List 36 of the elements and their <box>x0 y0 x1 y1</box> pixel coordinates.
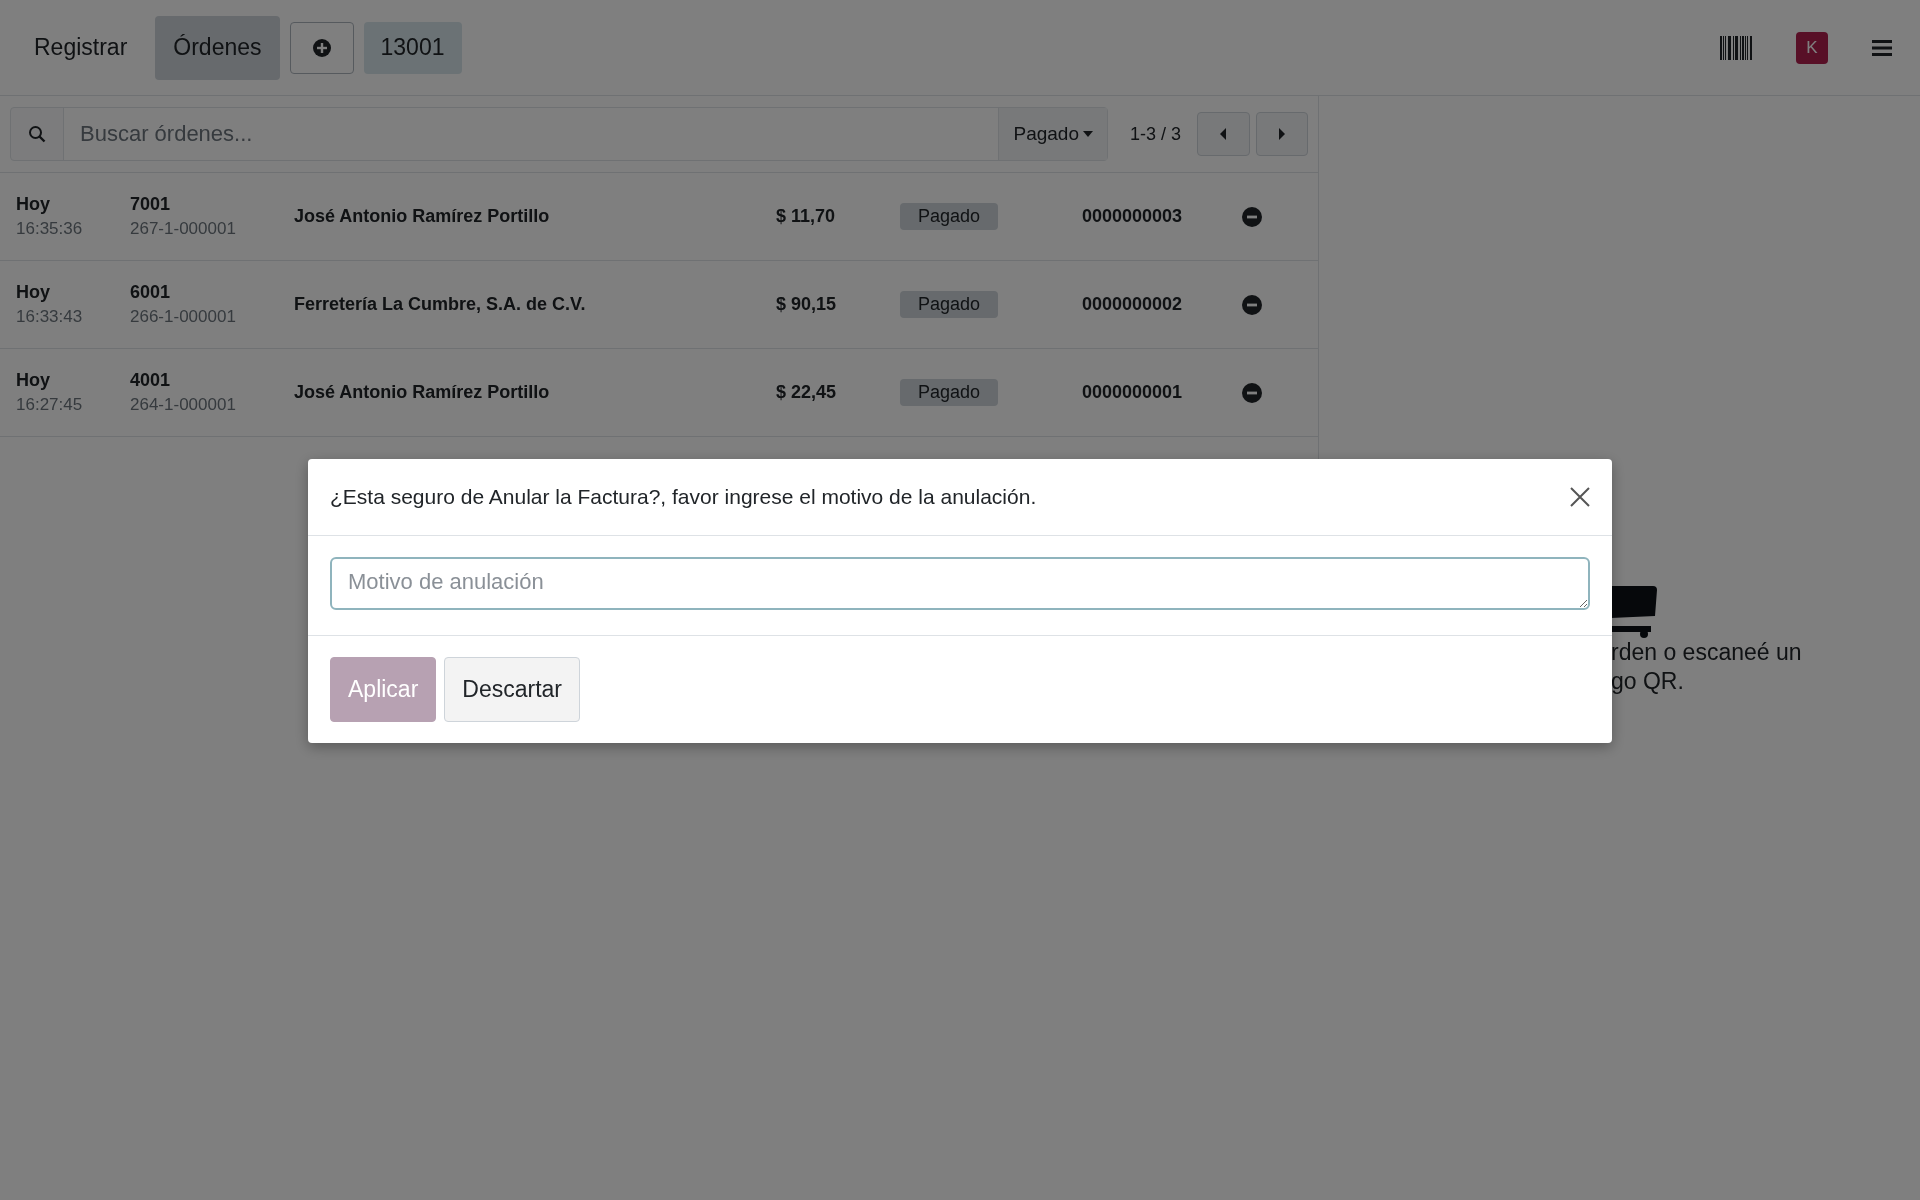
order-total: $ 11,70 <box>776 206 837 227</box>
invoice-number: 0000000002 <box>1080 294 1184 315</box>
nav-tab[interactable]: Órdenes <box>155 15 280 80</box>
reason-field[interactable]: Motivo de anulación <box>330 557 1590 610</box>
order-day: Hoy <box>16 194 130 215</box>
order-time: 16:33:43 <box>16 307 84 327</box>
order-reference: 266-1-000001 <box>130 307 237 327</box>
status-badge: Pagado <box>900 291 999 318</box>
invoice-number: 0000000001 <box>1080 382 1184 403</box>
nav-tab[interactable]: Registrar <box>16 15 146 80</box>
order-time: 16:27:45 <box>16 395 84 415</box>
search-field[interactable]: Buscar órdenes... Pagado <box>10 107 1108 161</box>
status-badge: Pagado <box>900 203 999 230</box>
order-tab[interactable]: 13001 <box>363 21 462 74</box>
order-day: Hoy <box>16 282 130 303</box>
status-badge: Pagado <box>900 379 999 406</box>
pager-text: 1-3 / 3 <box>1129 123 1183 145</box>
empty-state-text: go QR. <box>1611 667 1684 696</box>
order-day: Hoy <box>16 370 130 391</box>
customer-name: José Antonio Ramírez Portillo <box>294 382 551 403</box>
invoice-number: 0000000003 <box>1080 206 1184 227</box>
dialog-button[interactable]: Descartar <box>444 657 580 722</box>
dialog-title: ¿Esta seguro de Anular la Factura?, favor ingrese el motivo de la anulación. <box>330 485 1037 509</box>
order-number: 6001 <box>130 282 172 303</box>
empty-state-text: rden o escaneé un <box>1611 638 1802 667</box>
order-number: 4001 <box>130 370 172 391</box>
order-number: 7001 <box>130 194 172 215</box>
customer-name: José Antonio Ramírez Portillo <box>294 206 551 227</box>
order-reference: 267-1-000001 <box>130 219 237 239</box>
user-avatar[interactable]: K <box>1796 31 1828 64</box>
filter-dropdown[interactable]: Pagado <box>998 108 1107 160</box>
customer-name: Ferretería La Cumbre, S.A. de C.V. <box>294 294 587 315</box>
order-time: 16:35:36 <box>16 219 84 239</box>
order-total: $ 22,45 <box>776 382 838 403</box>
order-total: $ 90,15 <box>776 294 838 315</box>
order-reference: 264-1-000001 <box>130 395 237 415</box>
